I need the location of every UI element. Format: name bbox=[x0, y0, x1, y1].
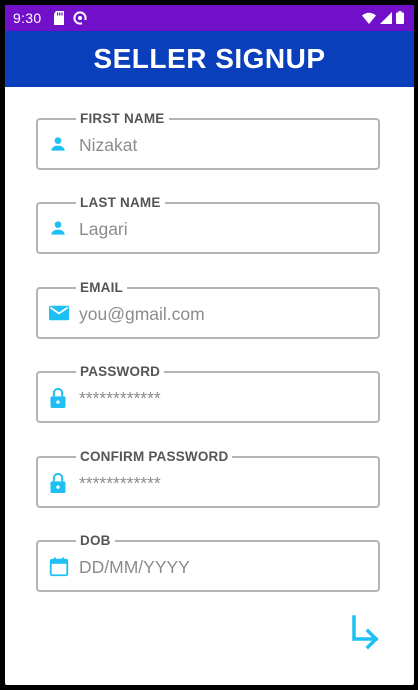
last-name-value: Lagari bbox=[79, 219, 128, 239]
app-bar: SELLER SIGNUP bbox=[5, 31, 414, 87]
lock-icon bbox=[48, 472, 68, 493]
email-value: you@gmail.com bbox=[79, 304, 205, 324]
person-icon bbox=[48, 134, 68, 154]
dob-label: DOB bbox=[76, 532, 115, 550]
data-saver-icon bbox=[73, 11, 87, 30]
password-label: PASSWORD bbox=[76, 363, 165, 381]
lock-icon bbox=[48, 387, 68, 408]
wifi-icon bbox=[362, 11, 376, 29]
password-field[interactable]: PASSWORD ************ bbox=[36, 363, 380, 423]
calendar-icon bbox=[48, 556, 69, 577]
dob-field[interactable]: DOB DD/MM/YYYY bbox=[36, 532, 380, 592]
status-bar: 9:30 bbox=[5, 5, 414, 31]
last-name-field[interactable]: LAST NAME Lagari bbox=[36, 194, 380, 254]
confirm-password-label: CONFIRM PASSWORD bbox=[76, 448, 233, 466]
confirm-password-field[interactable]: CONFIRM PASSWORD ************ bbox=[36, 448, 380, 508]
page-title: SELLER SIGNUP bbox=[93, 43, 326, 74]
first-name-field[interactable]: FIRST NAME Nizakat bbox=[36, 110, 380, 170]
last-name-label: LAST NAME bbox=[76, 194, 165, 212]
sd-card-icon bbox=[53, 11, 65, 30]
phone-screen: 9:30 SELLER SIGNUP FIRST NAME Nizakat LA… bbox=[5, 5, 414, 685]
mail-icon bbox=[48, 303, 69, 323]
email-field[interactable]: EMAIL you@gmail.com bbox=[36, 279, 380, 339]
password-value: ************ bbox=[79, 388, 161, 408]
email-label: EMAIL bbox=[76, 279, 127, 297]
first-name-value: Nizakat bbox=[79, 135, 138, 155]
first-name-label: FIRST NAME bbox=[76, 110, 169, 128]
battery-icon bbox=[396, 11, 404, 29]
dob-value: DD/MM/YYYY bbox=[79, 557, 190, 577]
status-time: 9:30 bbox=[13, 10, 42, 26]
signal-icon bbox=[380, 11, 392, 29]
person-icon bbox=[48, 218, 68, 238]
confirm-password-value: ************ bbox=[79, 473, 161, 493]
arrow-down-right-icon[interactable] bbox=[348, 614, 382, 650]
